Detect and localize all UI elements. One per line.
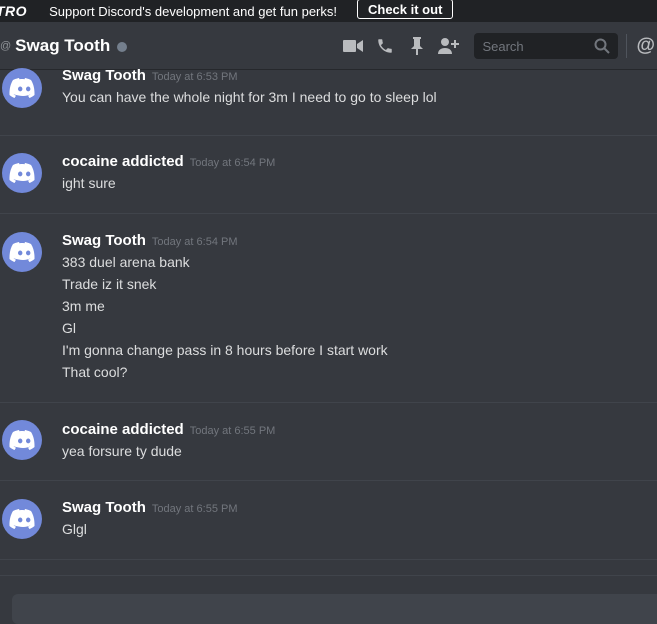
message-text: I'm gonna change pass in 8 hours before …: [62, 342, 388, 358]
message-text: Glgl: [62, 521, 87, 537]
message-group: cocaine addicted Today at 6:54 PM ight su…: [0, 135, 657, 214]
message-group: Swag Tooth Today at 6:55 PM Glgl: [0, 480, 657, 560]
message-text: 383 duel arena bank: [62, 254, 190, 270]
username[interactable]: cocaine addicted: [62, 421, 184, 438]
mention-icon[interactable]: @: [636, 35, 655, 57]
message-text: You can have the whole night for 3m I ne…: [62, 89, 437, 105]
voice-call-icon[interactable]: [374, 35, 396, 57]
status-indicator: [117, 42, 128, 52]
message-header: Swag Tooth Today at 6:55 PM: [62, 499, 238, 516]
message-list: Swag Tooth Today at 6:53 PM You can have …: [0, 67, 657, 590]
message-text: ight sure: [62, 175, 116, 191]
message-group: Swag Tooth Today at 6:54 PM 383 duel aren…: [0, 213, 657, 403]
nitro-logo: TRO: [0, 3, 28, 19]
at-icon: @: [0, 39, 12, 52]
message-text: Trade iz it snek: [62, 276, 157, 292]
chat-input-area: [0, 575, 657, 624]
username[interactable]: Swag Tooth: [62, 232, 146, 249]
channel-title: Swag Tooth: [15, 35, 111, 55]
promo-message: Support Discord's development and get fu…: [49, 3, 337, 19]
avatar[interactable]: [2, 499, 42, 539]
message-header: Swag Tooth Today at 6:53 PM: [62, 67, 238, 84]
video-call-icon[interactable]: [342, 35, 364, 57]
search-box[interactable]: [474, 33, 619, 59]
pin-icon[interactable]: [406, 35, 428, 57]
search-icon: [594, 38, 611, 54]
message-header: Swag Tooth Today at 6:54 PM: [62, 232, 238, 249]
header-divider: [626, 34, 628, 58]
timestamp: Today at 6:53 PM: [151, 71, 238, 83]
check-it-out-button[interactable]: Check it out: [357, 0, 454, 19]
avatar[interactable]: [2, 153, 42, 193]
timestamp: Today at 6:54 PM: [189, 157, 276, 169]
message-text: That cool?: [62, 364, 128, 380]
username[interactable]: Swag Tooth: [62, 499, 146, 516]
message-header: cocaine addicted Today at 6:55 PM: [62, 421, 275, 438]
nitro-promo-bar: TRO Support Discord's development and ge…: [0, 0, 657, 22]
message-text: Gl: [62, 320, 76, 336]
message-text: yea forsure ty dude: [62, 443, 182, 459]
timestamp: Today at 6:55 PM: [189, 425, 276, 437]
username[interactable]: cocaine addicted: [62, 153, 184, 170]
message-group: cocaine addicted Today at 6:55 PM yea for…: [0, 402, 657, 481]
avatar[interactable]: [2, 68, 42, 108]
add-friend-icon[interactable]: [438, 35, 460, 57]
timestamp: Today at 6:55 PM: [151, 503, 238, 515]
message-input[interactable]: [12, 594, 657, 624]
avatar[interactable]: [2, 420, 42, 460]
message-header: cocaine addicted Today at 6:54 PM: [62, 153, 275, 170]
avatar[interactable]: [2, 232, 42, 272]
timestamp: Today at 6:54 PM: [151, 236, 238, 248]
search-input[interactable]: [480, 37, 595, 55]
username[interactable]: Swag Tooth: [62, 67, 146, 84]
message-text: 3m me: [62, 298, 105, 314]
